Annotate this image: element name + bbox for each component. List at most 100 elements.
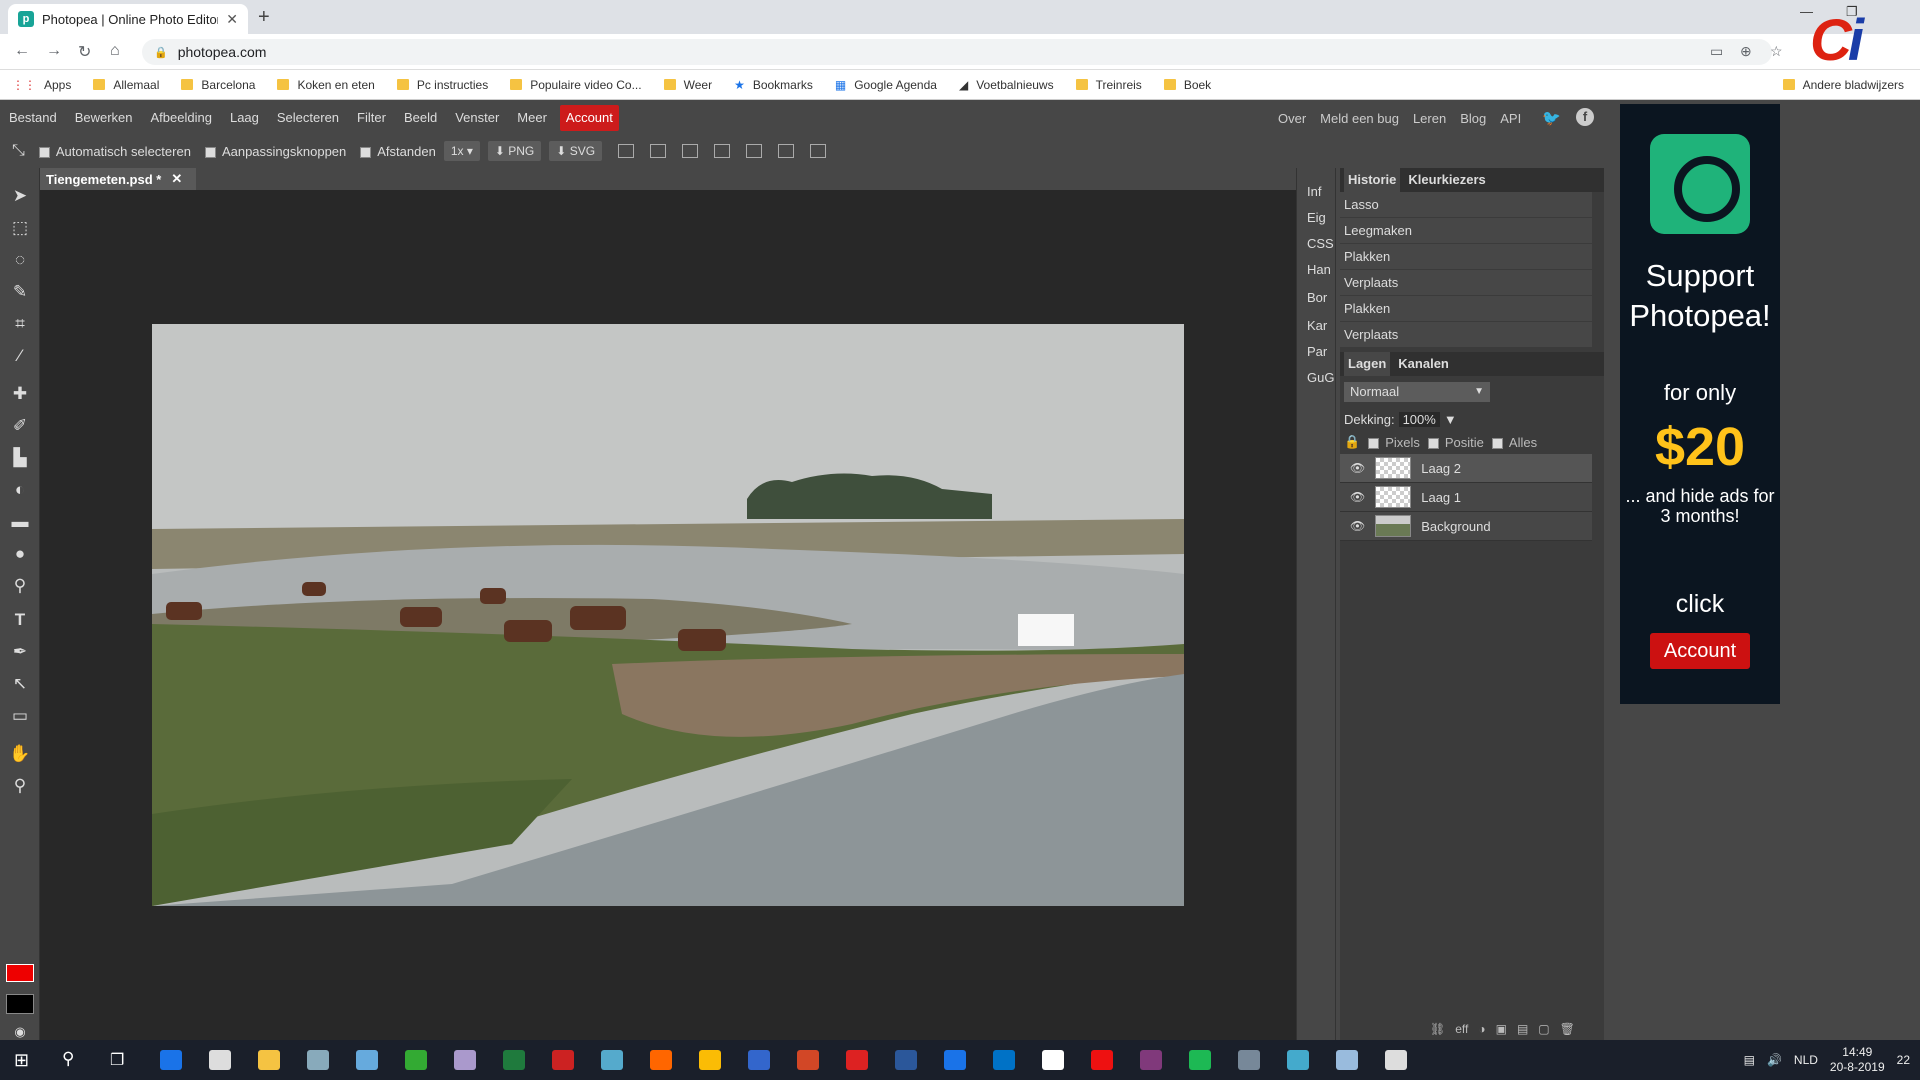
menu-laag[interactable]: Laag <box>221 104 268 132</box>
adjustment-icon[interactable]: ◑ <box>1478 1022 1485 1036</box>
side-panel-eig[interactable]: Eig <box>1307 210 1326 225</box>
app-icon[interactable] <box>846 1050 868 1070</box>
history-item[interactable]: Leegmaken <box>1340 218 1592 244</box>
star-icon[interactable]: ☆ <box>1770 43 1783 60</box>
file-explorer-icon[interactable] <box>258 1050 280 1070</box>
history-item[interactable]: Plakken <box>1340 296 1592 322</box>
document-tab[interactable]: Tiengemeten.psd * ✕ <box>40 168 196 190</box>
layer-row[interactable]: 👁 Background <box>1340 512 1592 541</box>
bookmark-5[interactable]: Populaire video Co... <box>510 78 642 92</box>
acrobat-icon[interactable] <box>552 1050 574 1070</box>
app-icon[interactable] <box>356 1050 378 1070</box>
marquee-tool-icon[interactable]: ⬚ <box>8 216 32 240</box>
trash-icon[interactable]: 🗑 <box>1560 1022 1575 1036</box>
menu-right-item-0[interactable]: Over <box>1278 111 1306 126</box>
mail-app-icon[interactable] <box>307 1050 329 1070</box>
bookmark-10[interactable]: Treinreis <box>1075 78 1142 92</box>
lasso-tool-icon[interactable]: ◌ <box>8 248 32 272</box>
align-bottom-icon[interactable] <box>778 144 795 158</box>
menu-meer[interactable]: Meer <box>508 104 556 132</box>
menu-filter[interactable]: Filter <box>348 104 395 132</box>
menu-selecteren[interactable]: Selecteren <box>268 104 348 132</box>
background-color-swatch[interactable] <box>6 994 34 1014</box>
history-item[interactable]: Plakken <box>1340 244 1592 270</box>
eraser-tool-icon[interactable]: ◐ <box>8 478 32 502</box>
align-center-icon[interactable] <box>650 144 667 158</box>
crop-tool-icon[interactable]: ⌗ <box>8 312 32 336</box>
menu-afbeelding[interactable]: Afbeelding <box>142 104 221 132</box>
export-png-button[interactable]: ⬇ PNG <box>487 141 542 161</box>
word-icon[interactable] <box>895 1050 917 1070</box>
url-field[interactable]: 🔒 photopea.com <box>142 39 1772 65</box>
camera-icon[interactable] <box>1385 1050 1407 1070</box>
eyedropper-tool-icon[interactable]: ⁄ <box>8 344 32 368</box>
menu-bewerken[interactable]: Bewerken <box>66 104 142 132</box>
menu-right-item-2[interactable]: Leren <box>1413 111 1446 126</box>
language-indicator[interactable]: NLD <box>1794 1053 1818 1067</box>
side-panel-par[interactable]: Par <box>1307 344 1327 359</box>
new-layer-icon[interactable]: ▢ <box>1538 1022 1549 1036</box>
opacity-dropdown-icon[interactable]: ▼ <box>1444 412 1457 427</box>
folder-icon[interactable]: ▤ <box>1517 1022 1528 1036</box>
brush-tool-icon[interactable]: ✐ <box>8 414 32 438</box>
pen-tool-icon[interactable]: ✒ <box>8 640 32 664</box>
app-icon[interactable] <box>1238 1050 1260 1070</box>
browser-tab[interactable]: p Photopea | Online Photo Editor ✕ <box>8 4 248 34</box>
menu-account-button[interactable]: Account <box>559 105 619 131</box>
bookmark-9[interactable]: ◢ Voetbalnieuws <box>959 78 1054 92</box>
cast-icon[interactable]: ▭ <box>1710 43 1723 60</box>
eye-icon[interactable]: 👁 <box>1350 461 1365 475</box>
edge-icon[interactable] <box>944 1050 966 1070</box>
network-icon[interactable]: ▤ <box>1744 1053 1755 1067</box>
opacity-input[interactable]: 100% <box>1398 411 1440 427</box>
history-item[interactable]: Verplaats <box>1340 322 1592 348</box>
eye-icon[interactable]: 👁 <box>1350 490 1365 504</box>
bookmark-1[interactable]: Allemaal <box>93 78 159 92</box>
side-panel-kar[interactable]: Kar <box>1307 318 1327 333</box>
app-icon[interactable] <box>1287 1050 1309 1070</box>
store-icon[interactable] <box>160 1050 182 1070</box>
bookmark-7[interactable]: ★ Bookmarks <box>734 78 813 92</box>
tab-channels[interactable]: Kanalen <box>1394 352 1453 376</box>
clock[interactable]: 14:49 20-8-2019 <box>1830 1045 1885 1075</box>
blend-mode-select[interactable]: Normaal ▼ <box>1344 382 1490 402</box>
menu-bestand[interactable]: Bestand <box>0 104 66 132</box>
auto-select-checkbox[interactable]: Automatisch selecteren <box>38 144 191 159</box>
outlook-icon[interactable] <box>993 1050 1015 1070</box>
facebook-icon[interactable]: f <box>1576 108 1594 126</box>
side-panel-inf[interactable]: Inf <box>1307 184 1321 199</box>
menu-right-item-4[interactable]: API <box>1500 111 1521 126</box>
dodge-tool-icon[interactable]: ⚲ <box>8 574 32 598</box>
home-icon[interactable]: ⌂ <box>110 42 120 60</box>
side-panel-bor[interactable]: Bor <box>1307 290 1327 305</box>
lock-positie-checkbox[interactable]: Positie <box>1427 435 1484 450</box>
search-icon[interactable]: ⚲ <box>62 1049 74 1069</box>
image-canvas[interactable] <box>152 324 1184 906</box>
link-icon[interactable]: ⛓ <box>1430 1022 1445 1036</box>
side-panel-css[interactable]: CSS <box>1307 236 1334 251</box>
path-select-tool-icon[interactable]: ↖ <box>8 672 32 696</box>
ad-account-button[interactable]: Account <box>1650 633 1750 669</box>
mask-icon[interactable]: ▣ <box>1496 1022 1507 1036</box>
quick-select-tool-icon[interactable]: ✎ <box>8 280 32 304</box>
new-tab-button[interactable]: + <box>258 6 270 29</box>
twitter-icon[interactable]: 🐦 <box>1542 109 1561 127</box>
ad-banner[interactable]: Support Photopea! for only $20 ... and h… <box>1620 104 1780 704</box>
history-item[interactable]: Lasso <box>1340 192 1592 218</box>
effects-button[interactable]: eff <box>1455 1022 1468 1036</box>
menu-right-item-3[interactable]: Blog <box>1460 111 1486 126</box>
tab-close-icon[interactable]: ✕ <box>226 11 238 28</box>
bookmark-8[interactable]: ▦ Google Agenda <box>835 78 937 92</box>
history-item[interactable]: Verplaats <box>1340 270 1592 296</box>
distances-checkbox[interactable]: Afstanden <box>360 144 436 159</box>
align-middle-icon[interactable] <box>746 144 763 158</box>
gradient-tool-icon[interactable]: ▬ <box>8 510 32 534</box>
transform-controls-checkbox[interactable]: Aanpassingsknoppen <box>204 144 346 159</box>
bookmark-2[interactable]: Barcelona <box>181 78 255 92</box>
side-panel-gug[interactable]: GuG <box>1307 370 1334 385</box>
reload-icon[interactable]: ↻ <box>78 42 91 62</box>
eye-icon[interactable]: 👁 <box>1350 519 1365 533</box>
zoom-tool-icon[interactable]: ⚲ <box>8 774 32 798</box>
chrome-icon[interactable] <box>699 1050 721 1070</box>
bookmark-3[interactable]: Koken en eten <box>277 78 375 92</box>
